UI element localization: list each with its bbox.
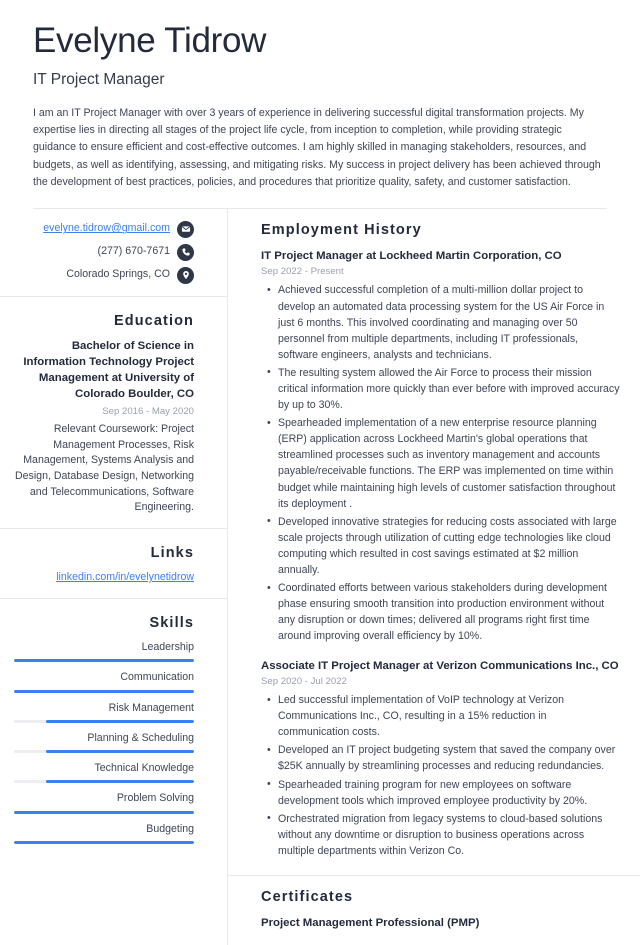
employment-bullet: Led successful implementation of VoIP te… bbox=[267, 692, 620, 740]
envelope-icon bbox=[177, 220, 194, 238]
links-section: Links linkedin.com/in/evelynetidrow bbox=[0, 529, 227, 599]
employment-bullet: Developed an IT project budgeting system… bbox=[267, 742, 620, 774]
skill-label: Budgeting bbox=[146, 822, 194, 835]
skills-section: Skills Leadership Communication Risk Man… bbox=[0, 599, 227, 858]
main-content: Employment History IT Project Manager at… bbox=[228, 209, 640, 945]
employment-bullet: Orchestrated migration from legacy syste… bbox=[267, 810, 620, 859]
employment-bullet: Achieved successful completion of a mult… bbox=[267, 282, 620, 362]
phone-number: (277) 670-7671 bbox=[97, 245, 170, 258]
skill-item: Budgeting bbox=[14, 822, 194, 845]
skill-bar-fill bbox=[14, 841, 194, 845]
education-dates: Sep 2016 - May 2020 bbox=[102, 405, 194, 417]
skill-bar-fill bbox=[46, 780, 194, 784]
employment-history-heading: Employment History bbox=[261, 221, 422, 238]
skill-item: Risk Management bbox=[14, 701, 194, 723]
contact-section: evelyne.tidrow@gmail.com (277) 670-7671 bbox=[0, 209, 227, 297]
employment-bullet: Spearheaded implementation of a new ente… bbox=[267, 415, 620, 512]
candidate-job-title: IT Project Manager bbox=[33, 70, 165, 88]
employment-title: Associate IT Project Manager at Verizon … bbox=[261, 659, 619, 672]
education-heading: Education bbox=[114, 312, 194, 329]
skill-label: Leadership bbox=[141, 640, 194, 653]
contact-item-location: Colorado Springs, CO bbox=[14, 266, 194, 284]
skill-bar-track bbox=[14, 689, 194, 693]
certificates-section: Certificates Project Management Professi… bbox=[228, 876, 640, 945]
employment-history-section: Employment History IT Project Manager at… bbox=[228, 209, 640, 877]
education-description: Relevant Coursework: Project Management … bbox=[14, 423, 194, 514]
employment-dates: Sep 2022 - Present bbox=[261, 266, 344, 278]
skill-item: Communication bbox=[14, 670, 194, 693]
skill-bar-fill bbox=[46, 719, 194, 723]
skill-label: Communication bbox=[120, 671, 194, 684]
employment-dates: Sep 2020 - Jul 2022 bbox=[261, 675, 347, 687]
employment-bullet: Spearheaded training program for new emp… bbox=[267, 776, 620, 809]
email-link[interactable]: evelyne.tidrow@gmail.com bbox=[43, 222, 170, 236]
skill-item: Technical Knowledge bbox=[14, 761, 194, 784]
contact-item-phone: (277) 670-7671 bbox=[14, 243, 194, 261]
employment-title: IT Project Manager at Lockheed Martin Co… bbox=[261, 249, 562, 262]
candidate-name: Evelyne Tidrow bbox=[33, 21, 267, 60]
skill-bar-fill bbox=[14, 810, 194, 814]
skill-label: Problem Solving bbox=[116, 792, 194, 805]
phone-icon bbox=[177, 243, 194, 261]
skill-bar-track bbox=[14, 659, 194, 663]
employment-bullet: Developed innovative strategies for redu… bbox=[267, 513, 620, 578]
professional-summary: I am an IT Project Manager with over 3 y… bbox=[33, 107, 601, 188]
skill-label: Technical Knowledge bbox=[94, 762, 194, 775]
link-item-linkedin[interactable]: linkedin.com/in/evelynetidrow bbox=[14, 570, 194, 586]
resume-page: Evelyne Tidrow IT Project Manager I am a… bbox=[0, 0, 640, 945]
location-pin-icon bbox=[177, 266, 194, 284]
skills-heading: Skills bbox=[149, 614, 194, 631]
contact-item-email: evelyne.tidrow@gmail.com bbox=[14, 220, 194, 238]
employment-bullet: Coordinated efforts between various stak… bbox=[267, 580, 620, 644]
location-text: Colorado Springs, CO bbox=[66, 268, 170, 281]
skill-bar-fill bbox=[14, 689, 194, 693]
skill-item: Problem Solving bbox=[14, 791, 194, 814]
employment-bullet: The resulting system allowed the Air For… bbox=[267, 364, 620, 413]
certificates-heading: Certificates bbox=[261, 889, 354, 906]
skill-bar-track bbox=[14, 810, 194, 814]
employment-bullets: Led successful implementation of VoIP te… bbox=[261, 692, 620, 859]
skill-bar-track bbox=[14, 841, 194, 845]
resume-header: Evelyne Tidrow IT Project Manager I am a… bbox=[0, 0, 640, 209]
skill-bar-fill bbox=[14, 659, 194, 663]
certificate-item: Project Management Professional (PMP) bbox=[261, 917, 480, 930]
education-section: Education Bachelor of Science in Informa… bbox=[0, 297, 227, 530]
education-degree: Bachelor of Science in Information Techn… bbox=[23, 339, 194, 401]
skill-label: Risk Management bbox=[108, 701, 194, 714]
employment-entry: Associate IT Project Manager at Verizon … bbox=[261, 658, 620, 860]
skill-bar-track bbox=[14, 780, 194, 784]
skill-item: Planning & Scheduling bbox=[14, 731, 194, 754]
skill-bar-track bbox=[14, 719, 194, 723]
skill-item: Leadership bbox=[14, 640, 194, 663]
skill-bar-fill bbox=[46, 750, 194, 754]
sidebar: evelyne.tidrow@gmail.com (277) 670-7671 bbox=[0, 208, 228, 945]
employment-bullets: Achieved successful completion of a mult… bbox=[261, 282, 620, 644]
skill-bar-track bbox=[14, 750, 194, 754]
skill-label: Planning & Scheduling bbox=[87, 731, 194, 744]
employment-entry: IT Project Manager at Lockheed Martin Co… bbox=[261, 248, 620, 645]
links-heading: Links bbox=[150, 545, 194, 562]
resume-body: evelyne.tidrow@gmail.com (277) 670-7671 bbox=[0, 208, 640, 945]
